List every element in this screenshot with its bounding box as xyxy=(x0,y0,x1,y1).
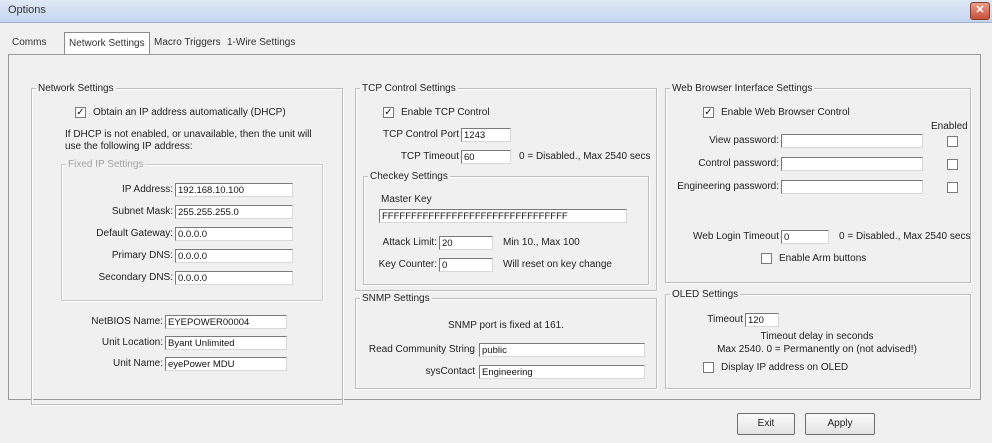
checkmark-icon: ✓ xyxy=(704,107,713,118)
attack-limit-input[interactable]: 20 xyxy=(439,236,493,250)
default-gateway-label: Default Gateway: xyxy=(96,228,173,239)
tcp-timeout-label: TCP Timeout xyxy=(400,151,459,162)
network-settings-legend: Network Settings xyxy=(38,83,114,94)
engineering-password-input[interactable] xyxy=(781,180,923,194)
subnet-mask-label: Subnet Mask: xyxy=(111,206,173,217)
master-key-label: Master Key xyxy=(381,194,432,205)
primary-dns-label: Primary DNS: xyxy=(111,250,173,261)
community-string-label: Read Community String xyxy=(368,344,475,355)
tab-panel: Network Settings ✓ Obtain an IP address … xyxy=(8,54,981,405)
default-gateway-input[interactable]: 0.0.0.0 xyxy=(175,227,293,241)
attack-limit-label: Attack Limit: xyxy=(382,237,437,248)
primary-dns-input[interactable]: 0.0.0.0 xyxy=(175,249,293,263)
unit-location-input[interactable]: Byant Unlimited xyxy=(165,336,287,350)
tab-1-wire-settings[interactable]: 1-Wire Settings xyxy=(223,34,299,52)
web-enable-label: Enable Web Browser Control xyxy=(721,107,850,118)
subnet-mask-input[interactable]: 255.255.255.0 xyxy=(175,205,293,219)
view-password-label: View password: xyxy=(709,135,779,146)
snmp-port-note: SNMP port is fixed at 161. xyxy=(448,320,564,331)
dhcp-checkbox[interactable]: ✓ xyxy=(75,107,86,118)
engineering-password-enabled-checkbox[interactable] xyxy=(947,182,958,193)
oled-timeout-label: Timeout xyxy=(707,314,743,325)
apply-button[interactable]: Apply xyxy=(805,413,875,435)
tab-macro-triggers[interactable]: Macro Triggers xyxy=(150,34,225,52)
oled-timeout-note-1: Timeout delay in seconds xyxy=(760,331,874,342)
community-string-input[interactable]: public xyxy=(479,343,645,357)
key-counter-note: Will reset on key change xyxy=(503,259,612,270)
oled-timeout-note-2: Max 2540. 0 = Permanently on (not advise… xyxy=(717,344,917,355)
web-login-timeout-label: Web Login Timeout xyxy=(693,231,779,242)
syscontact-input[interactable]: Engineering xyxy=(479,365,645,379)
tab-comms[interactable]: Comms xyxy=(8,34,50,52)
checkmark-icon: ✓ xyxy=(76,107,85,118)
syscontact-label: sysContact xyxy=(425,366,475,377)
secondary-dns-label: Secondary DNS: xyxy=(98,272,173,283)
tcp-timeout-input[interactable]: 60 xyxy=(461,150,511,164)
fixed-ip-legend: Fixed IP Settings xyxy=(68,159,144,170)
netbios-name-label: NetBIOS Name: xyxy=(91,316,163,327)
close-icon[interactable]: ✕ xyxy=(970,2,990,20)
display-ip-checkbox[interactable] xyxy=(703,362,714,373)
master-key-input[interactable]: FFFFFFFFFFFFFFFFFFFFFFFFFFFFFFFF xyxy=(379,209,627,223)
tcp-port-label: TCP Control Port xyxy=(383,129,459,140)
key-counter-input[interactable]: 0 xyxy=(439,258,493,272)
ip-address-label: IP Address: xyxy=(122,184,173,195)
tcp-timeout-note: 0 = Disabled., Max 2540 secs xyxy=(519,151,651,162)
unit-name-label: Unit Name: xyxy=(112,358,163,369)
unit-location-label: Unit Location: xyxy=(101,337,163,348)
view-password-input[interactable] xyxy=(781,134,923,148)
key-counter-label: Key Counter: xyxy=(378,259,437,270)
control-password-enabled-checkbox[interactable] xyxy=(947,159,958,170)
tcp-port-input[interactable]: 1243 xyxy=(461,128,511,142)
checkmark-icon: ✓ xyxy=(384,107,393,118)
snmp-legend: SNMP Settings xyxy=(362,293,430,304)
dhcp-label: Obtain an IP address automatically (DHCP… xyxy=(93,107,286,118)
secondary-dns-input[interactable]: 0.0.0.0 xyxy=(175,271,293,285)
oled-timeout-input[interactable]: 120 xyxy=(745,313,779,327)
web-browser-legend: Web Browser Interface Settings xyxy=(672,83,813,94)
ip-address-input[interactable]: 192.168.10.100 xyxy=(175,183,293,197)
display-ip-label: Display IP address on OLED xyxy=(721,362,849,373)
dhcp-note: If DHCP is not enabled, or unavailable, … xyxy=(65,129,312,152)
enabled-column-header: Enabled xyxy=(931,121,968,132)
tcp-enable-label: Enable TCP Control xyxy=(401,107,490,118)
checkey-legend: Checkey Settings xyxy=(370,171,448,182)
view-password-enabled-checkbox[interactable] xyxy=(947,136,958,147)
tcp-control-legend: TCP Control Settings xyxy=(362,83,456,94)
web-login-timeout-note: 0 = Disabled., Max 2540 secs xyxy=(839,231,971,242)
arm-buttons-label: Enable Arm buttons xyxy=(779,253,867,264)
arm-buttons-checkbox[interactable] xyxy=(761,253,772,264)
control-password-label: Control password: xyxy=(698,158,779,169)
tcp-enable-checkbox[interactable]: ✓ xyxy=(383,107,394,118)
title-bar: Options ✕ xyxy=(0,0,992,23)
control-password-input[interactable] xyxy=(781,157,923,171)
exit-button[interactable]: Exit xyxy=(737,413,795,435)
netbios-name-input[interactable]: EYEPOWER00004 xyxy=(165,315,287,329)
unit-name-input[interactable]: eyePower MDU xyxy=(165,357,287,371)
oled-legend: OLED Settings xyxy=(672,289,739,300)
web-login-timeout-input[interactable]: 0 xyxy=(781,230,829,244)
attack-limit-note: Min 10., Max 100 xyxy=(503,237,580,248)
engineering-password-label: Engineering password: xyxy=(677,181,779,192)
window-title: Options xyxy=(8,4,46,16)
tab-network-settings[interactable]: Network Settings xyxy=(64,32,150,54)
web-enable-checkbox[interactable]: ✓ xyxy=(703,107,714,118)
